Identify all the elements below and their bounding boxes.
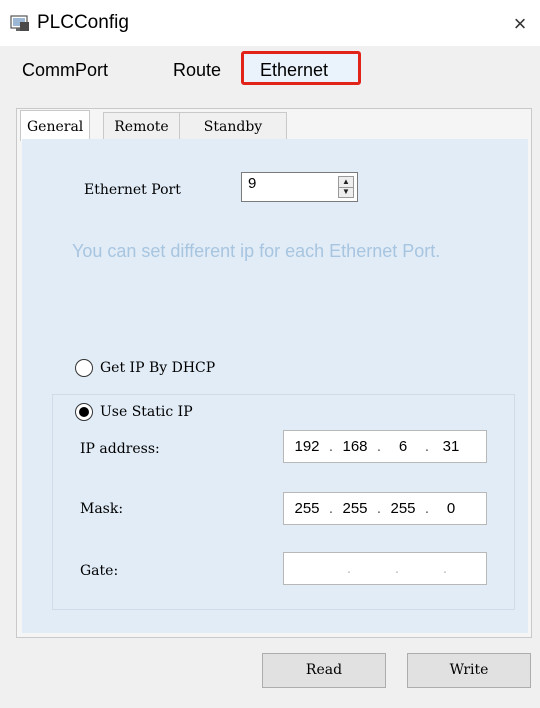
ethernet-port-label: Ethernet Port: [84, 182, 181, 198]
ethernet-hint-text: You can set different ip for each Ethern…: [72, 241, 441, 261]
main-tab-strip: CommPort Route Ethernet: [0, 46, 540, 90]
gate-label: Gate:: [80, 563, 119, 579]
gate-dot: .: [394, 560, 400, 577]
ip-dot: .: [376, 438, 382, 455]
dhcp-label: Get IP By DHCP: [100, 360, 216, 376]
tab-ethernet-label: Ethernet: [260, 60, 329, 80]
ip-octet-3: 6: [398, 438, 408, 455]
tab-standby[interactable]: Standby: [179, 112, 287, 141]
tab-route[interactable]: Route: [173, 60, 221, 81]
close-icon[interactable]: ×: [505, 10, 535, 38]
mask-dot: .: [424, 500, 430, 517]
static-ip-radio[interactable]: [75, 403, 93, 421]
ip-dot: .: [424, 438, 430, 455]
tab-ethernet[interactable]: Ethernet: [241, 51, 361, 85]
tab-general[interactable]: General: [20, 110, 91, 141]
dhcp-radio[interactable]: [75, 359, 93, 377]
ip-octet-1: 192: [294, 438, 320, 455]
tab-commport[interactable]: CommPort: [22, 60, 108, 81]
mask-octet-2: 255: [342, 500, 368, 517]
ethernet-port-value: 9: [248, 175, 257, 192]
ip-octet-2: 168: [342, 438, 368, 455]
tab-remote[interactable]: Remote: [103, 112, 180, 141]
window-title: PLCConfig: [37, 12, 129, 33]
gate-dot: .: [442, 560, 448, 577]
ip-address-field[interactable]: 192 . 168 . 6 . 31: [283, 430, 487, 463]
gate-dot: .: [346, 560, 352, 577]
ip-address-label: IP address:: [80, 441, 160, 457]
ethernet-port-spinner[interactable]: 9 ▲ ▼: [241, 172, 358, 202]
mask-octet-1: 255: [294, 500, 320, 517]
ip-octet-4: 31: [442, 438, 460, 455]
plcconfig-window: PLCConfig × CommPort Route Ethernet Gene…: [0, 0, 540, 708]
mask-label: Mask:: [80, 501, 124, 517]
down-arrow-icon[interactable]: ▼: [339, 187, 353, 197]
mask-dot: .: [328, 500, 334, 517]
ip-dot: .: [328, 438, 334, 455]
title-bar: PLCConfig ×: [0, 0, 540, 46]
write-button[interactable]: Write: [407, 653, 531, 688]
mask-dot: .: [376, 500, 382, 517]
gate-field[interactable]: . . .: [283, 552, 487, 585]
mask-field[interactable]: 255 . 255 . 255 . 0: [283, 492, 487, 525]
static-ip-label: Use Static IP: [100, 404, 193, 420]
read-button[interactable]: Read: [262, 653, 386, 688]
spinner-buttons: ▲ ▼: [338, 176, 354, 198]
mask-octet-4: 0: [446, 500, 456, 517]
mask-octet-3: 255: [390, 500, 416, 517]
plc-app-icon: [10, 15, 29, 31]
